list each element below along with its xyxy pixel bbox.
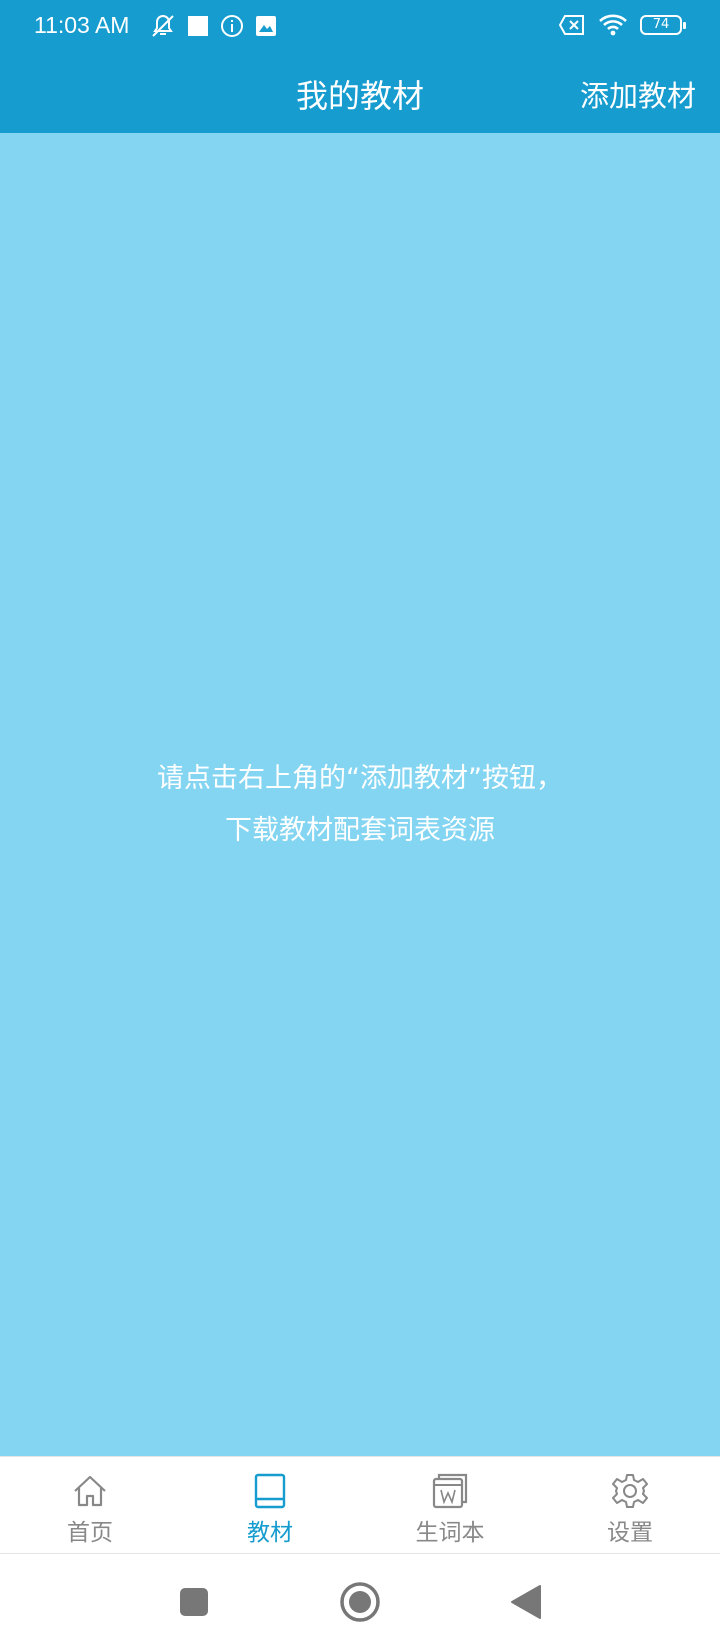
image-icon (256, 16, 276, 36)
tab-home[interactable]: 首页 (0, 1457, 180, 1553)
info-icon (221, 15, 243, 37)
tab-settings-label: 设置 (607, 1520, 653, 1546)
tab-wordbook[interactable]: 生词本 (360, 1457, 540, 1553)
battery-icon: 74 (640, 15, 686, 35)
mute-icon (152, 14, 174, 37)
add-textbook-button[interactable]: 添加教材 (580, 73, 696, 115)
recents-button[interactable] (111, 1554, 277, 1650)
empty-state-message: 请点击右上角的“添加教材”按钮， 下载教材配套词表资源 (0, 753, 720, 857)
no-sim-icon (558, 15, 584, 35)
empty-state-line1: 请点击右上角的“添加教材”按钮， (157, 763, 563, 794)
tab-settings[interactable]: 设置 (540, 1457, 720, 1553)
square-icon (188, 16, 208, 36)
tab-home-label: 首页 (67, 1520, 113, 1546)
wifi-icon (599, 14, 627, 36)
status-right-icons: 74 (558, 13, 686, 37)
wordbook-icon (432, 1473, 468, 1509)
home-button[interactable] (277, 1554, 443, 1650)
home-icon (74, 1475, 106, 1507)
bottom-tab-bar: 首页 教材 生词本 设置 (0, 1456, 720, 1554)
home-circle-icon (340, 1582, 380, 1622)
tab-textbook-label: 教材 (247, 1520, 293, 1546)
book-icon (254, 1473, 286, 1509)
back-icon (511, 1585, 541, 1619)
status-left-icons (150, 13, 278, 39)
tab-textbook[interactable]: 教材 (180, 1457, 360, 1553)
recents-icon (180, 1588, 208, 1616)
tab-wordbook-label: 生词本 (415, 1520, 485, 1546)
textbook-list-area: 请点击右上角的“添加教材”按钮， 下载教材配套词表资源 (0, 133, 720, 1456)
status-bar: 11:03 AM 74 (0, 0, 720, 54)
status-time: 11:03 AM (34, 12, 130, 38)
empty-state-line2: 下载教材配套词表资源 (225, 815, 495, 846)
back-button[interactable] (443, 1554, 609, 1650)
app-bar: 我的教材 添加教材 (0, 54, 720, 133)
gear-icon (612, 1474, 648, 1508)
system-nav-bar (0, 1554, 720, 1650)
